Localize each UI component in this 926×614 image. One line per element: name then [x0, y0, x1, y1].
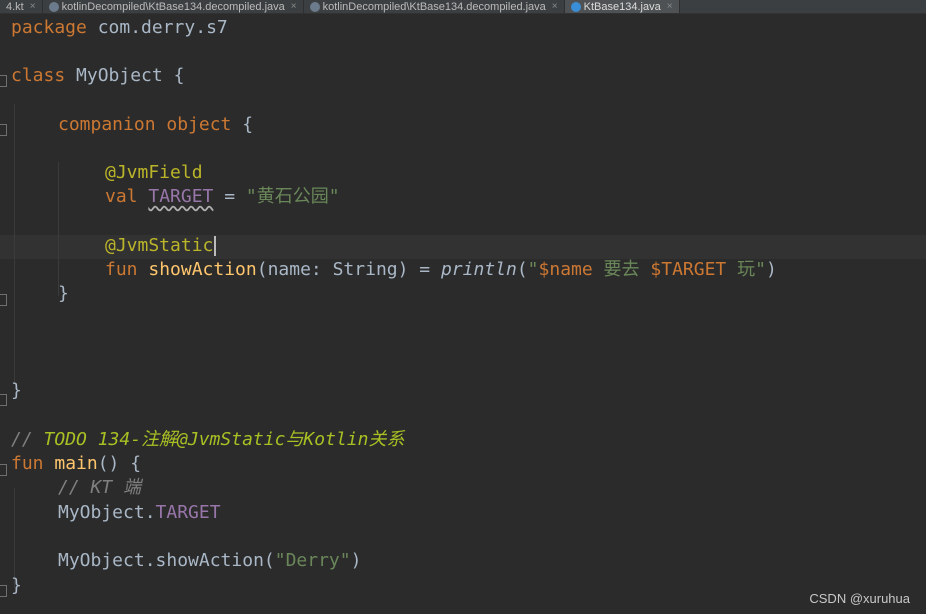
parameters: (name: String) = — [256, 259, 441, 280]
keyword: package — [11, 17, 87, 38]
brace: } — [11, 575, 22, 596]
editor-tab-bar: 4.kt × kotlinDecompiled\KtBase134.decomp… — [0, 0, 926, 14]
close-icon[interactable]: × — [291, 1, 297, 12]
function-name: main — [54, 453, 98, 474]
string-template: $name — [538, 259, 593, 280]
string-literal: "黄石公园" — [245, 186, 340, 207]
function-name: showAction — [148, 259, 257, 280]
code-line-companion: companion object { — [58, 113, 253, 137]
comment: // KT 端 — [58, 477, 142, 498]
brace: { — [231, 114, 254, 135]
fold-marker-icon[interactable] — [0, 75, 7, 87]
keyword: class — [11, 65, 66, 86]
annotation: @JvmField — [105, 162, 203, 183]
paren: ) — [765, 259, 777, 280]
code-line-val-target: val TARGET = "黄石公园" — [105, 185, 340, 209]
fold-marker-icon[interactable] — [0, 394, 7, 406]
fold-marker-icon[interactable] — [0, 124, 7, 136]
tab-ktbase134-java[interactable]: KtBase134.java × — [564, 0, 680, 13]
code-line-target-access: MyObject.TARGET — [58, 501, 221, 525]
string-literal: 玩 — [726, 259, 756, 280]
tab-label: kotlinDecompiled\KtBase134.decompiled.ja… — [61, 0, 285, 13]
code-line-showaction: fun showAction(name: String) = println("… — [105, 258, 777, 282]
java-file-icon — [48, 1, 59, 12]
java-file-icon — [309, 1, 320, 12]
close-icon[interactable]: × — [552, 1, 558, 12]
code-line-kt-comment: // KT 端 — [58, 476, 141, 500]
code-line-package: package com.derry.s7 — [11, 16, 228, 40]
todo-comment: TODO 134-注解@JvmStatic与Kotlin关系 — [43, 429, 405, 450]
parameters: () { — [97, 453, 142, 474]
fold-marker-icon[interactable] — [0, 585, 7, 597]
java-class-icon — [570, 1, 581, 12]
indent-guide — [58, 162, 59, 296]
code-line-showaction-call: MyObject.showAction("Derry") — [58, 549, 361, 573]
paren: ( — [516, 259, 528, 280]
brace: { — [162, 65, 185, 86]
code-line-close-class: } — [11, 379, 22, 403]
string-literal: 要去 — [592, 259, 651, 280]
function-call: MyObject.showAction( — [58, 550, 275, 571]
annotation: @JvmStatic — [105, 235, 214, 256]
code-line-class: class MyObject { — [11, 64, 184, 88]
watermark: CSDN @xuruhua — [809, 591, 910, 606]
close-icon[interactable]: × — [667, 1, 673, 12]
indent-guide — [14, 488, 15, 588]
brace: } — [58, 283, 69, 304]
text-caret — [214, 236, 217, 256]
keyword: val — [105, 186, 138, 207]
code-line-jvmstatic: @JvmStatic — [105, 234, 217, 258]
package-name: com.derry.s7 — [86, 17, 228, 38]
string-template: $TARGET — [650, 259, 727, 280]
tab-ktbase134-kt[interactable]: 4.kt × — [0, 0, 43, 13]
keyword: companion object — [58, 114, 232, 135]
close-icon[interactable]: × — [30, 1, 36, 12]
function-call: println — [440, 259, 517, 280]
string-quote: " — [755, 259, 766, 280]
code-line-jvmfield: @JvmField — [105, 161, 203, 185]
brace: } — [11, 380, 22, 401]
property-name: TARGET — [155, 502, 221, 523]
paren: ) — [350, 550, 362, 571]
code-line-close-main: } — [11, 574, 22, 598]
code-editor[interactable]: package com.derry.s7 class MyObject { co… — [0, 14, 926, 614]
property-name: TARGET — [148, 186, 214, 207]
string-literal: "Derry" — [274, 550, 351, 571]
object-ref: MyObject. — [58, 502, 156, 523]
fold-marker-icon[interactable] — [0, 464, 7, 476]
operator: = — [213, 186, 246, 207]
class-name: MyObject — [76, 65, 163, 86]
tab-label: kotlinDecompiled\KtBase134.decompiled.ja… — [322, 0, 546, 13]
code-line-todo-comment: // TODO 134-注解@JvmStatic与Kotlin关系 — [11, 428, 404, 452]
code-line-main: fun main() { — [11, 452, 141, 476]
code-line-close-companion: } — [58, 282, 69, 306]
tab-decompiled-java-2[interactable]: kotlinDecompiled\KtBase134.decompiled.ja… — [304, 0, 565, 13]
tab-label: KtBase134.java — [583, 0, 661, 13]
tab-label: 4.kt — [6, 0, 24, 13]
keyword: fun — [105, 259, 138, 280]
indent-guide — [14, 104, 15, 384]
keyword: fun — [11, 453, 44, 474]
comment: // — [11, 429, 44, 450]
fold-marker-icon[interactable] — [0, 294, 7, 306]
tab-decompiled-java-1[interactable]: kotlinDecompiled\KtBase134.decompiled.ja… — [43, 0, 304, 13]
string-quote: " — [527, 259, 539, 280]
